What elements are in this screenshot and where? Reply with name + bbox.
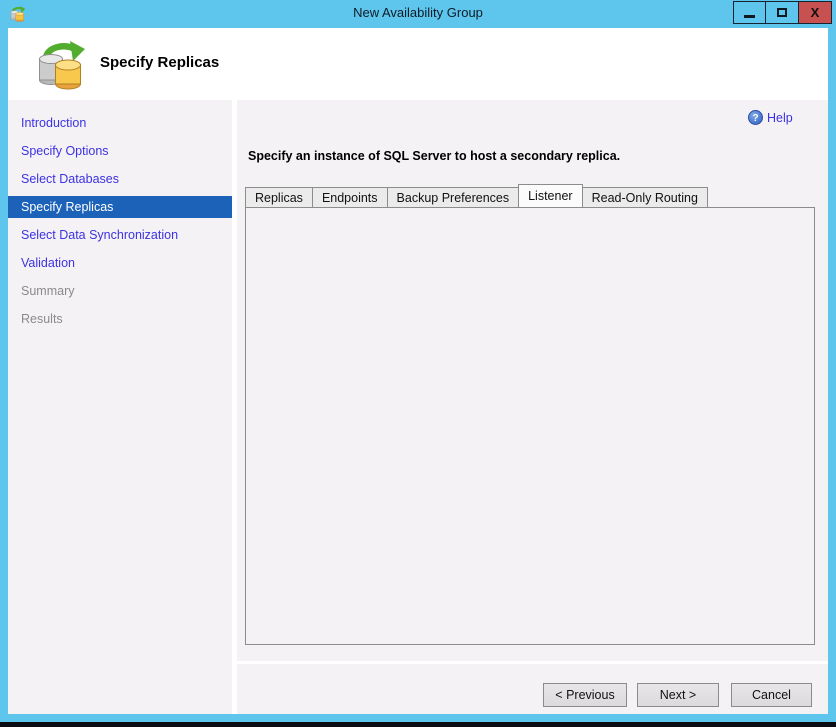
cancel-button[interactable]: Cancel — [731, 683, 812, 707]
screen: New Availability Group X Specify Replica… — [0, 0, 836, 727]
replica-tabs: Replicas Endpoints Backup Preferences Li… — [245, 184, 708, 208]
sidebar-item-introduction[interactable]: Introduction — [8, 112, 232, 134]
sidebar-item-results: Results — [21, 312, 63, 326]
availability-group-icon — [34, 36, 88, 92]
sidebar-item-specify-replicas[interactable]: Specify Replicas — [8, 196, 232, 218]
window-title: New Availability Group — [353, 5, 483, 20]
wizard-header: Specify Replicas — [8, 28, 828, 100]
help-icon: ? — [748, 110, 763, 125]
minimize-icon — [744, 15, 755, 18]
sidebar-item-summary: Summary — [21, 284, 75, 298]
maximize-button[interactable] — [766, 1, 799, 24]
sidebar-item-validation[interactable]: Validation — [8, 252, 232, 274]
sidebar-item-select-databases[interactable]: Select Databases — [8, 168, 232, 190]
sidebar-item-select-data-synchronization[interactable]: Select Data Synchronization — [8, 224, 232, 246]
page-title: Specify Replicas — [100, 54, 220, 71]
tab-backup-preferences[interactable]: Backup Preferences — [386, 187, 519, 208]
wizard-window: New Availability Group X Specify Replica… — [0, 0, 836, 722]
next-button[interactable]: Next > — [637, 683, 719, 707]
window-controls: X — [733, 1, 832, 24]
tab-read-only-routing[interactable]: Read-Only Routing — [581, 187, 708, 208]
maximize-icon — [777, 8, 787, 17]
title-bar: New Availability Group X — [0, 0, 836, 28]
close-button[interactable]: X — [799, 1, 832, 24]
help-link[interactable]: ? Help — [748, 110, 793, 125]
sidebar-item-specify-options[interactable]: Specify Options — [8, 140, 232, 162]
minimize-button[interactable] — [733, 1, 766, 24]
tab-replicas[interactable]: Replicas — [245, 187, 312, 208]
close-icon: X — [810, 5, 820, 20]
footer-separator — [237, 661, 828, 664]
listener-tab-panel — [245, 207, 815, 645]
previous-button[interactable]: < Previous — [543, 683, 627, 707]
instruction-heading: Specify an instance of SQL Server to hos… — [248, 149, 621, 163]
tab-endpoints[interactable]: Endpoints — [311, 187, 387, 208]
tab-listener[interactable]: Listener — [518, 184, 583, 208]
help-label: Help — [767, 110, 793, 125]
sidebar-separator — [232, 100, 237, 714]
wizard-steps-sidebar: Introduction Specify Options Select Data… — [8, 100, 232, 714]
